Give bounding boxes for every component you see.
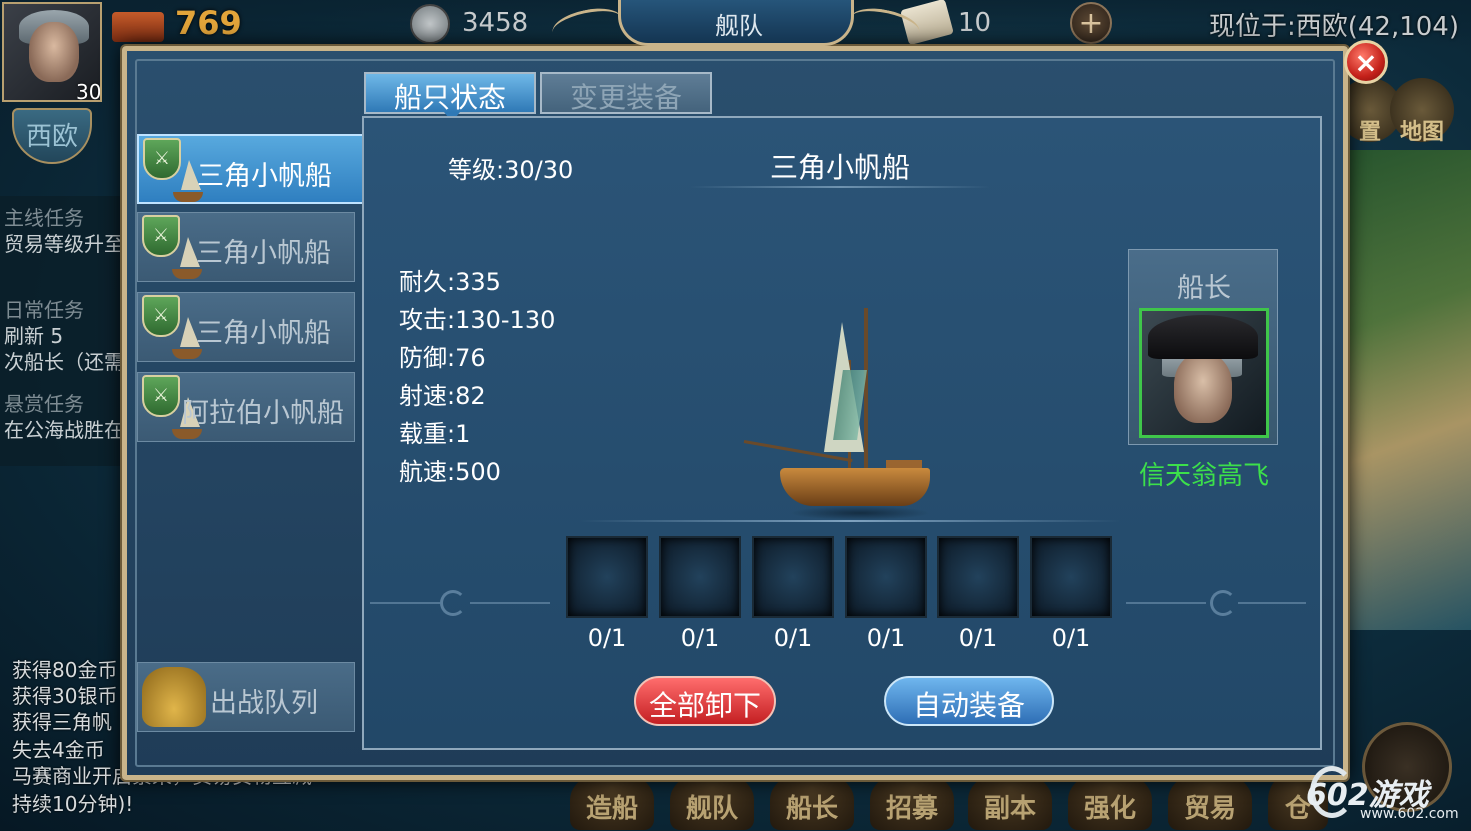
auto-equip-button[interactable]: 自动装备 [884,676,1054,726]
dialog-title-plate: 舰队 [618,0,854,46]
close-button[interactable]: × [1344,40,1388,84]
quest-bounty-heading: 悬赏任务 [4,392,84,416]
player-avatar[interactable]: 30 [2,2,102,102]
captain-portrait[interactable] [1139,308,1269,438]
quest-daily-heading: 日常任务 [4,298,84,322]
ship-list-item-1[interactable]: ⚔ 三角小帆船 [137,134,379,204]
scroll-amount: 10 [958,8,992,38]
slot-count: 0/1 [1051,624,1091,652]
equipment-slot-3[interactable] [752,536,834,618]
stat-cargo: 载重:1 [399,420,471,448]
ship-level: 等级:30/30 [448,156,574,184]
log-line: 获得30银币 [12,684,118,708]
ship-name-title: 三角小帆船 [769,151,910,184]
silver-coin-icon [410,4,450,44]
quest-bounty-text: 在公海战胜在 [4,418,124,442]
stat-defense: 防御:76 [399,344,486,372]
slot-count: 0/1 [587,624,627,652]
quest-main-text: 贸易等级升至 [4,232,124,256]
log-line: 持续10分钟)! [12,792,134,816]
ship-list-item-4[interactable]: ⚔ 阿拉伯小帆船 [137,372,355,442]
ship-list-item-label: 三角小帆船 [197,161,332,192]
log-line: 获得三角帆 [12,710,112,734]
tab-ship-status[interactable]: 船只状态 [364,72,536,122]
title-underline [690,186,990,188]
battle-fleet-label: 出战队列 [210,688,318,719]
slot-count: 0/1 [866,624,906,652]
log-line: 失去4金币 [12,738,105,762]
add-currency-button[interactable]: + [1070,2,1112,44]
dialog-title: 舰队 [715,12,763,40]
ship-list-item-label: 三角小帆船 [196,318,331,349]
settings-label: 置 [1358,120,1381,145]
ship-list-item-3[interactable]: ⚔ 三角小帆船 [137,292,355,362]
map-label: 地图 [1399,120,1444,145]
golden-ship-icon [142,667,206,727]
avatar-face [29,22,79,82]
region-badge[interactable]: 西欧 [12,108,92,164]
watermark-url: www.602.com [1360,806,1459,822]
equipment-slot-4[interactable] [845,536,927,618]
slot-count: 0/1 [680,624,720,652]
equipment-slot-1[interactable] [566,536,648,618]
gold-amount: 769 [175,4,242,42]
equipment-slot-5[interactable] [937,536,1019,618]
player-level: 30 [76,80,102,102]
silver-amount: 3458 [462,8,529,38]
quest-main-heading: 主线任务 [4,206,84,230]
equipment-slot-6[interactable] [1030,536,1112,618]
ship-model-image [740,300,940,530]
slot-count: 0/1 [773,624,813,652]
tab-change-equipment[interactable]: 变更装备 [540,72,712,114]
log-line: 获得80金币 [12,658,118,682]
map-menu-button[interactable]: 地图 [1390,78,1454,145]
ship-pedestal-line [580,520,1120,522]
quest-daily-text: 刷新 5 [4,324,64,348]
ship-list-item-label: 阿拉伯小帆船 [182,398,344,429]
location-readout: 现位于:西欧(42,104) [1208,12,1459,42]
ship-list-item-label: 三角小帆船 [196,238,331,269]
stat-speed: 航速:500 [399,458,501,486]
stat-attack: 攻击:130-130 [399,306,556,334]
gold-chest-icon [112,12,164,42]
ship-list-item-2[interactable]: ⚔ 三角小帆船 [137,212,355,282]
scroll-ornament-left [370,588,550,618]
quest-daily-text-2: 次船长（还需 [4,350,124,374]
ship-list: ⚔ 三角小帆船 ⚔ 三角小帆船 ⚔ 三角小帆船 ⚔ 阿拉伯小帆船 [137,132,379,732]
map-island [1340,150,1471,630]
slot-count: 0/1 [958,624,998,652]
battle-fleet-button[interactable]: 出战队列 [137,662,355,732]
captain-name: 信天翁高飞 [1138,461,1269,491]
equipment-slot-2[interactable] [659,536,741,618]
captain-slot[interactable]: 船长 [1128,249,1278,445]
stat-durability: 耐久:335 [399,268,501,296]
scroll-ornament-right [1126,588,1306,618]
captain-label: 船长 [1177,273,1231,304]
unequip-all-button[interactable]: 全部卸下 [634,676,776,726]
quest-tracker[interactable]: 主线任务 贸易等级升至 日常任务 刷新 5 次船长（还需 悬赏任务 在公海战胜在 [0,196,132,466]
stat-fire-rate: 射速:82 [399,382,486,410]
